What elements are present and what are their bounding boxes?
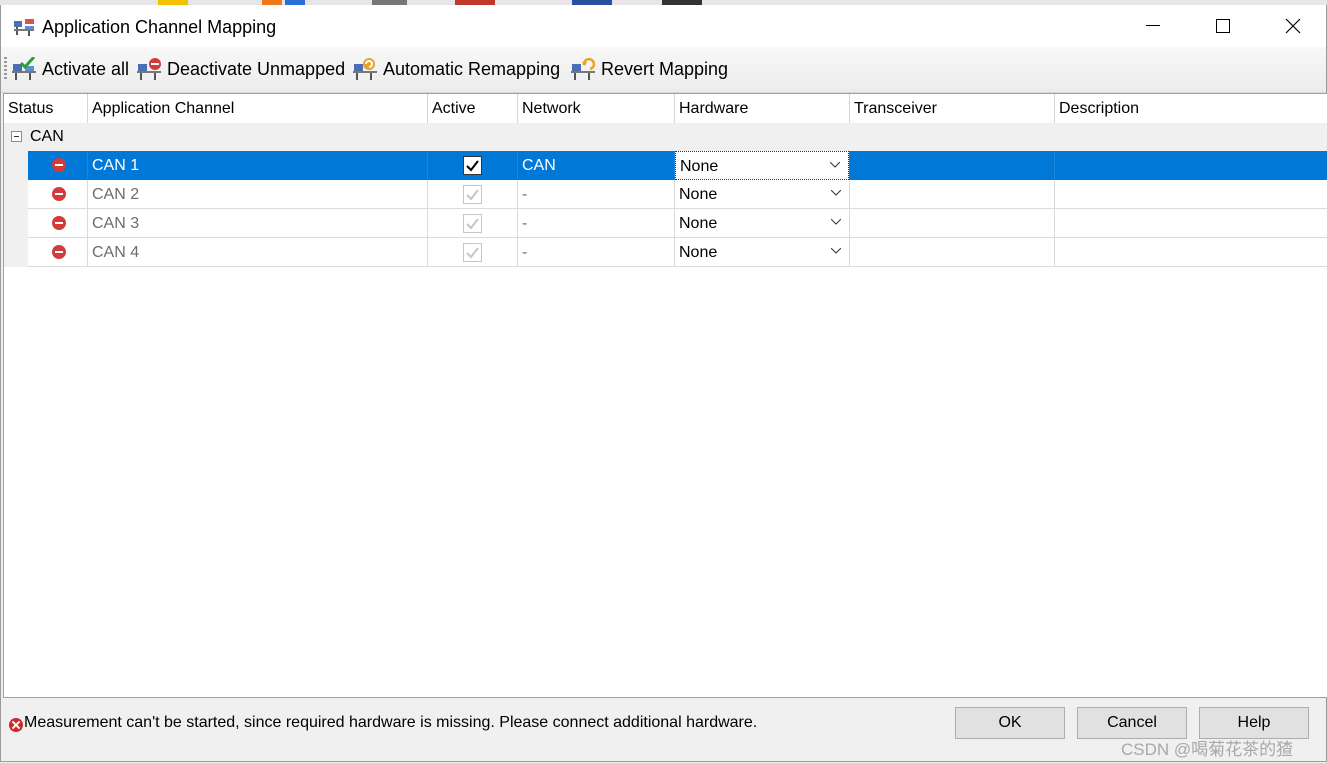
table-row[interactable]: CAN 1 CAN None	[4, 151, 1327, 180]
deactivate-unmapped-button[interactable]: Deactivate Unmapped	[137, 53, 345, 85]
status-cell	[28, 209, 88, 238]
collapse-icon[interactable]	[11, 131, 22, 142]
toolbar: Activate all Deactivate Unmapped Automat…	[1, 47, 1326, 93]
hardware-value: None	[679, 244, 718, 261]
hardware-cell: None	[675, 238, 850, 267]
hardware-dropdown[interactable]: None	[675, 180, 849, 209]
column-network[interactable]: Network	[518, 94, 675, 123]
revert-mapping-button[interactable]: Revert Mapping	[571, 53, 728, 85]
hardware-value: None	[680, 158, 719, 175]
column-transceiver[interactable]: Transceiver	[850, 94, 1055, 123]
channel-cell: CAN 1	[88, 151, 428, 180]
network-cell: -	[518, 209, 675, 238]
activate-all-label: Activate all	[42, 58, 130, 79]
active-cell	[428, 180, 518, 209]
minimize-button[interactable]	[1118, 5, 1188, 47]
active-cell	[428, 238, 518, 267]
active-cell	[428, 151, 518, 180]
channel-cell: CAN 3	[88, 209, 428, 238]
error-status-icon	[52, 216, 66, 230]
group-label: CAN	[30, 128, 64, 145]
transceiver-cell	[850, 238, 1055, 267]
row-gutter	[4, 209, 28, 238]
hardware-dropdown[interactable]: None	[675, 238, 849, 267]
maximize-button[interactable]	[1188, 5, 1258, 47]
deactivate-unmapped-label: Deactivate Unmapped	[167, 58, 346, 79]
network-cell: CAN	[518, 151, 675, 180]
channel-cell: CAN 4	[88, 238, 428, 267]
chevron-down-icon	[831, 248, 841, 254]
automatic-remapping-button[interactable]: Automatic Remapping	[353, 53, 560, 85]
column-application-channel[interactable]: Application Channel	[88, 94, 428, 123]
chevron-down-icon	[830, 162, 840, 168]
channel-mapping-icon	[13, 17, 35, 37]
status-cell	[28, 238, 88, 267]
transceiver-cell	[850, 209, 1055, 238]
column-hardware[interactable]: Hardware	[675, 94, 850, 123]
row-gutter	[4, 238, 28, 267]
active-checkbox[interactable]	[463, 156, 482, 175]
chevron-down-icon	[831, 219, 841, 225]
error-status-icon	[52, 245, 66, 259]
network-cell: -	[518, 180, 675, 209]
title-bar: Application Channel Mapping	[1, 5, 1326, 47]
group-row-can[interactable]: CAN	[4, 123, 1327, 151]
dialog-window: Application Channel Mapping Activate all	[0, 5, 1327, 762]
close-button[interactable]	[1258, 5, 1327, 47]
watermark: CSDN @喝菊花茶的猹	[1121, 740, 1294, 759]
hardware-dropdown[interactable]: None	[675, 209, 849, 238]
row-gutter	[4, 180, 28, 209]
channel-cell: CAN 2	[88, 180, 428, 209]
activate-all-icon	[12, 57, 36, 80]
active-cell	[428, 209, 518, 238]
error-status-icon	[52, 187, 66, 201]
table-row[interactable]: CAN 4 - None	[4, 238, 1327, 267]
chevron-down-icon	[831, 190, 841, 196]
description-cell	[1055, 151, 1327, 180]
channel-grid: Status Application Channel Active Networ…	[3, 93, 1327, 698]
hardware-cell: None	[675, 151, 850, 180]
active-checkbox[interactable]	[463, 185, 482, 204]
description-cell	[1055, 238, 1327, 267]
revert-mapping-label: Revert Mapping	[601, 58, 729, 79]
grid-header: Status Application Channel Active Networ…	[4, 94, 1327, 124]
deactivate-unmapped-icon	[137, 58, 161, 80]
status-cell	[28, 180, 88, 209]
automatic-remapping-icon	[353, 58, 377, 80]
transceiver-cell	[850, 180, 1055, 209]
hardware-cell: None	[675, 180, 850, 209]
row-gutter	[4, 151, 28, 180]
error-status-icon	[52, 158, 66, 172]
revert-mapping-icon	[571, 57, 596, 80]
column-status[interactable]: Status	[4, 94, 88, 123]
active-checkbox[interactable]	[463, 243, 482, 262]
hardware-dropdown[interactable]: None	[675, 151, 849, 180]
error-icon	[9, 718, 23, 732]
ok-button[interactable]: OK	[955, 707, 1065, 739]
table-row[interactable]: CAN 2 - None	[4, 180, 1327, 209]
description-cell	[1055, 209, 1327, 238]
activate-all-button[interactable]: Activate all	[12, 53, 129, 85]
transceiver-cell	[850, 151, 1055, 180]
description-cell	[1055, 180, 1327, 209]
column-active[interactable]: Active	[428, 94, 518, 123]
hardware-value: None	[679, 215, 718, 232]
hardware-value: None	[679, 186, 718, 203]
toolbar-grip[interactable]	[4, 57, 7, 81]
active-checkbox[interactable]	[463, 214, 482, 233]
window-title: Application Channel Mapping	[42, 17, 277, 37]
hardware-cell: None	[675, 209, 850, 238]
status-message: Measurement can't be started, since requ…	[24, 714, 758, 731]
network-cell: -	[518, 238, 675, 267]
table-row[interactable]: CAN 3 - None	[4, 209, 1327, 238]
status-cell	[28, 151, 88, 180]
column-description[interactable]: Description	[1055, 94, 1327, 123]
automatic-remapping-label: Automatic Remapping	[383, 58, 561, 79]
